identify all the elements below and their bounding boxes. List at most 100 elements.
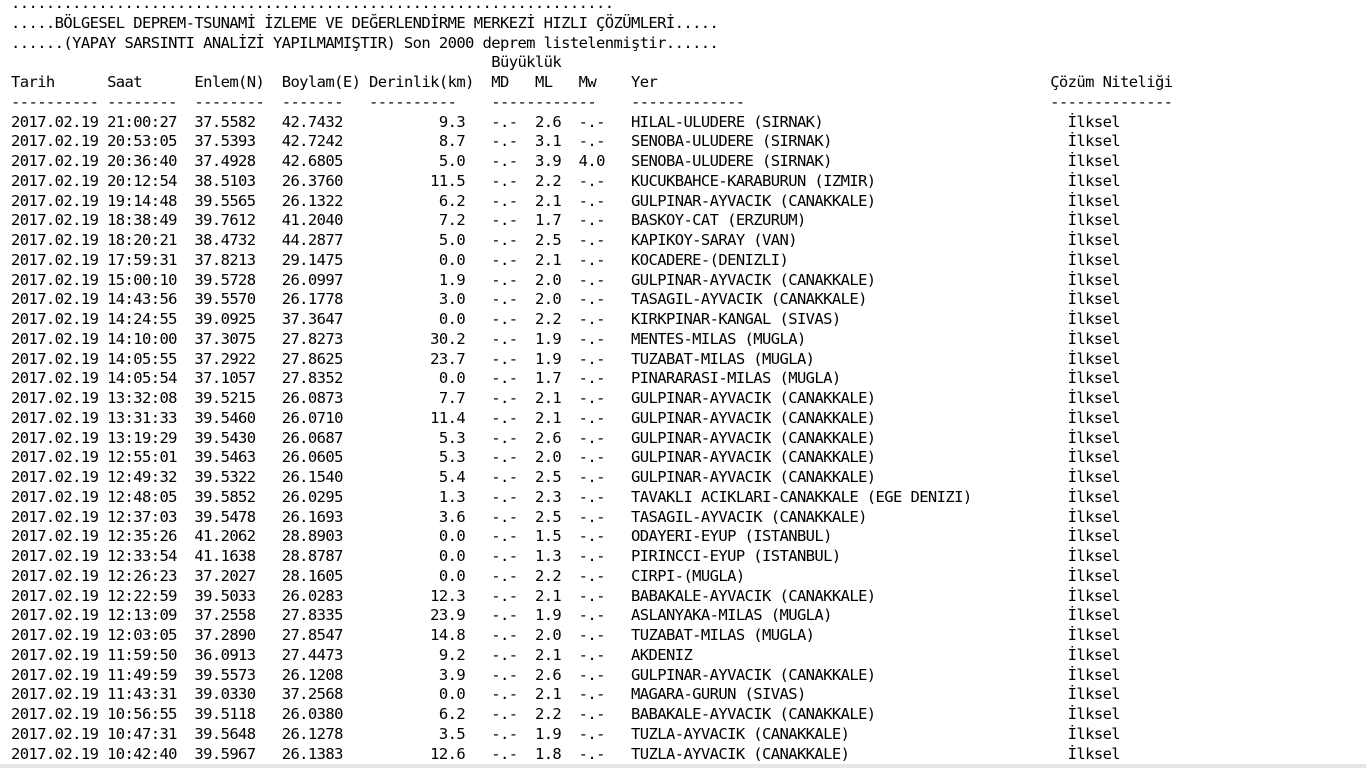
cell-lon: 26.1383 <box>281 744 370 763</box>
cell-mw: -.- <box>578 132 632 151</box>
cell-depth: 0.0 <box>369 547 492 565</box>
col-lon: Boylam(E) <box>281 73 370 91</box>
table-row: 2017.02.19 11:59:50 36.0913 27.4473 9.2 … <box>11 646 1172 666</box>
cell-mw: -.- <box>578 231 632 249</box>
cell-place: ODAYERI-EYUP (ISTANBUL) <box>631 527 1068 546</box>
cell-ml: 2.2 <box>534 566 579 585</box>
table-row: 2017.02.19 12:26:23 37.2027 28.1605 0.0 … <box>11 567 1172 587</box>
cell-md: -.- <box>491 527 535 546</box>
col-md: MD <box>491 73 535 91</box>
cell-date: 2017.02.19 <box>11 468 108 486</box>
cell-time: 14:05:54 <box>107 369 195 388</box>
cell-time: 14:10:00 <box>107 329 195 348</box>
cell-quality: İlksel <box>1067 290 1121 309</box>
table-row: 2017.02.19 20:53:05 37.5393 42.7242 8.7 … <box>11 132 1172 152</box>
cell-mw: 4.0 <box>578 152 632 170</box>
cell-ml: 2.1 <box>534 586 579 605</box>
cell-depth: 0.0 <box>369 369 492 388</box>
cell-date: 2017.02.19 <box>11 507 108 526</box>
cell-lat: 37.4928 <box>194 152 282 170</box>
col-mw: Mw <box>578 73 632 91</box>
cell-md: -.- <box>491 112 535 131</box>
cell-place: GULPINAR-AYVACIK (CANAKKALE) <box>631 665 1068 684</box>
cell-depth: 12.3 <box>369 586 492 605</box>
cell-mw: -.- <box>578 527 632 546</box>
cell-lon: 37.3647 <box>281 310 370 328</box>
cell-lat: 39.0330 <box>194 685 282 704</box>
cell-depth: 0.0 <box>369 310 492 328</box>
cell-time: 14:05:55 <box>107 349 195 368</box>
cell-depth: 1.9 <box>369 270 492 289</box>
table-row: 2017.02.19 11:43:31 39.0330 37.2568 0.0 … <box>11 685 1172 705</box>
cell-date: 2017.02.19 <box>11 527 108 546</box>
cell-lon: 26.0873 <box>281 389 370 407</box>
cell-lon: 26.1208 <box>281 665 370 684</box>
cell-depth: 5.3 <box>369 448 492 467</box>
cell-md: -.- <box>491 744 535 763</box>
cell-date: 2017.02.19 <box>11 408 108 427</box>
sep-lon: ------- <box>281 92 370 111</box>
cell-lat: 37.3075 <box>194 329 282 348</box>
cell-quality: İlksel <box>1067 547 1121 565</box>
cell-lon: 42.7432 <box>281 112 370 131</box>
cell-quality: İlksel <box>1067 152 1121 170</box>
cell-lon: 37.2568 <box>281 685 370 704</box>
cell-mw: -.- <box>578 724 632 743</box>
cell-md: -.- <box>491 547 535 565</box>
cell-ml: 2.1 <box>534 685 579 704</box>
cell-time: 14:43:56 <box>107 290 195 309</box>
cell-time: 13:19:29 <box>107 428 195 447</box>
cell-date: 2017.02.19 <box>11 547 108 565</box>
cell-lon: 26.1322 <box>281 191 370 210</box>
cell-place: TUZLA-AYVACIK (CANAKKALE) <box>631 724 1068 743</box>
table-row: 2017.02.19 20:12:54 38.5103 26.3760 11.5… <box>11 172 1172 192</box>
table-row: 2017.02.19 21:00:27 37.5582 42.7432 9.3 … <box>11 113 1172 133</box>
cell-date: 2017.02.19 <box>11 448 108 467</box>
cell-depth: 1.3 <box>369 487 492 506</box>
cell-lon: 27.8335 <box>281 606 370 625</box>
cell-date: 2017.02.19 <box>11 705 108 723</box>
table-row: 2017.02.19 17:59:31 37.8213 29.1475 0.0 … <box>11 251 1172 271</box>
table-row: 2017.02.19 13:31:33 39.5460 26.0710 11.4… <box>11 409 1172 429</box>
cell-lat: 39.5215 <box>194 389 282 407</box>
cell-md: -.- <box>491 231 535 249</box>
col-place: Yer <box>631 73 1051 91</box>
cell-time: 10:56:55 <box>107 705 195 723</box>
cell-depth: 5.3 <box>369 428 492 447</box>
cell-lon: 28.8903 <box>281 527 370 546</box>
cell-ml: 1.9 <box>534 329 579 348</box>
cell-lat: 39.5463 <box>194 448 282 467</box>
cell-time: 12:33:54 <box>107 547 195 565</box>
cell-time: 20:53:05 <box>107 132 195 151</box>
cell-depth: 6.2 <box>369 705 492 723</box>
cell-time: 14:24:55 <box>107 310 195 328</box>
cell-place: KAPIKOY-SARAY (VAN) <box>631 231 1068 249</box>
cell-time: 11:59:50 <box>107 645 195 664</box>
cell-quality: İlksel <box>1067 211 1121 230</box>
page-subtitle: ......(YAPAY SARSINTI ANALİZİ YAPILMAMIŞ… <box>11 33 719 52</box>
sep-mag: ------------ <box>491 92 632 111</box>
col-ml: ML <box>534 73 579 91</box>
cell-time: 12:55:01 <box>107 448 195 467</box>
cell-place: TASAGIL-AYVACIK (CANAKKALE) <box>631 507 1068 526</box>
page: ........................................… <box>0 0 1366 768</box>
sep-depth: ---------- <box>369 92 492 111</box>
cell-ml: 2.3 <box>534 487 579 506</box>
cell-lon: 27.8625 <box>281 349 370 368</box>
cell-date: 2017.02.19 <box>11 329 108 348</box>
cell-mw: -.- <box>578 645 632 664</box>
horizontal-scrollbar[interactable] <box>0 764 1366 768</box>
cell-place: BABAKALE-AYVACIK (CANAKKALE) <box>631 586 1068 605</box>
cell-ml: 2.0 <box>534 290 579 309</box>
cell-place: MENTES-MILAS (MUGLA) <box>631 329 1068 348</box>
cell-time: 13:32:08 <box>107 389 195 407</box>
cell-depth: 3.6 <box>369 507 492 526</box>
cell-mw: -.- <box>578 171 632 190</box>
cell-md: -.- <box>491 705 535 723</box>
cell-mw: -.- <box>578 566 632 585</box>
cell-lon: 26.1540 <box>281 468 370 486</box>
cell-lat: 37.8213 <box>194 250 282 269</box>
cell-lat: 37.5582 <box>194 112 282 131</box>
cell-ml: 1.9 <box>534 724 579 743</box>
cell-date: 2017.02.19 <box>11 231 108 249</box>
